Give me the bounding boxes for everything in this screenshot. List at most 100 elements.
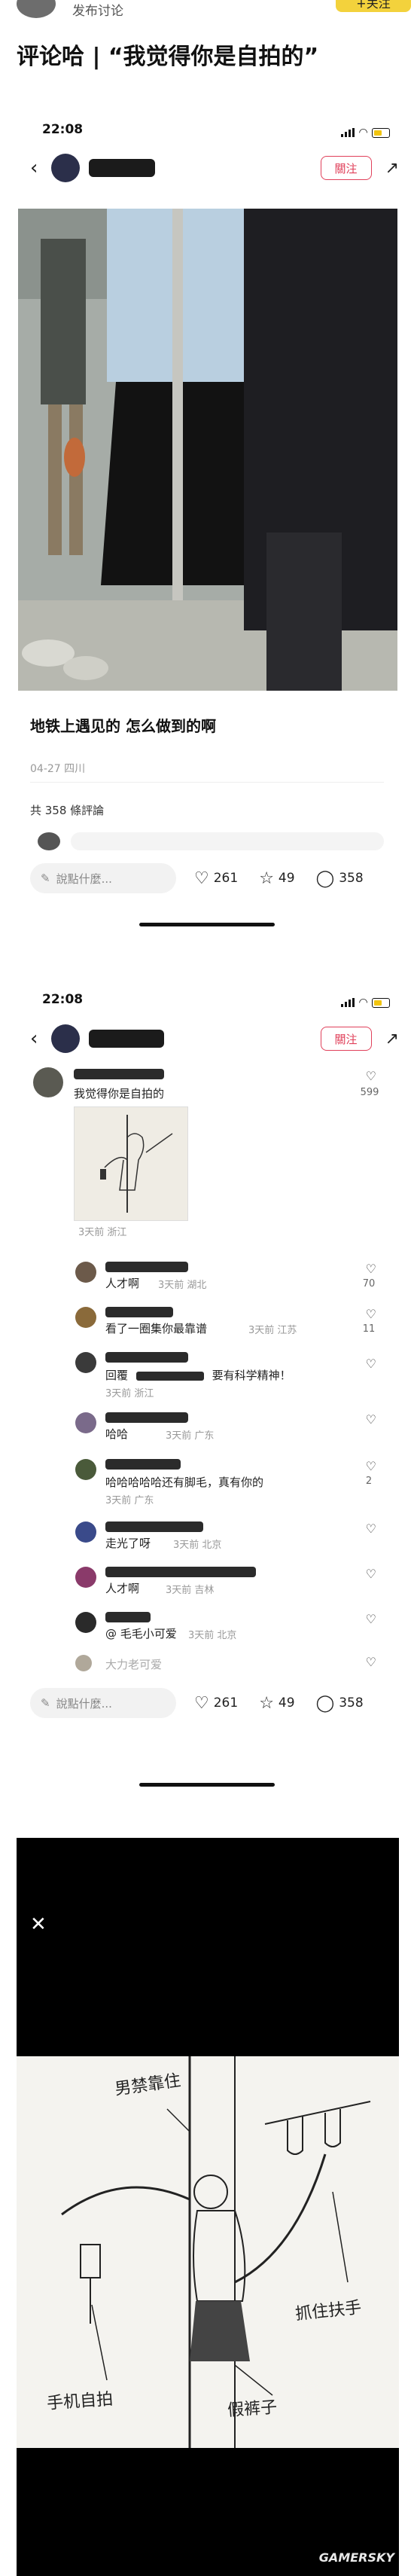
wifi-icon: ◠ — [359, 127, 367, 139]
heart-icon[interactable]: ♡ — [366, 1069, 376, 1083]
heart-icon[interactable]: ♡ — [366, 1521, 376, 1536]
status-bar: 22:08 ◠ — [0, 992, 414, 1015]
bottom-action-bar: ✎ 說點什麼... ♡ 261 ☆ 49 ◯ 358 — [30, 1683, 391, 1723]
comments-button[interactable]: ◯ 358 — [316, 1694, 364, 1713]
like-count: 261 — [213, 871, 239, 886]
author-avatar[interactable] — [17, 0, 56, 18]
watermark: GAMERSKY — [318, 2550, 394, 2565]
commenter-avatar[interactable] — [75, 1459, 96, 1480]
commenter-avatar[interactable] — [75, 1521, 96, 1543]
heart-icon: ♡ — [194, 868, 209, 888]
nav-bar: ‹ 關注 ↗ — [30, 151, 399, 185]
comments-button[interactable]: ◯ 358 — [316, 869, 364, 888]
comment-item: 哈哈哈哈哈还有脚毛，真有你的 3天前 广东 ♡ 2 — [0, 1459, 414, 1506]
comment-time: 3天前 北京 — [173, 1540, 222, 1551]
heart-icon[interactable]: ♡ — [366, 1307, 376, 1321]
signal-icon — [341, 998, 355, 1007]
author-name-redacted — [89, 1030, 165, 1048]
post-date: 04-27 四川 — [30, 763, 86, 775]
comment-time: 3天前 北京 — [188, 1630, 237, 1641]
comment-image-sketch[interactable] — [74, 1106, 188, 1221]
share-icon[interactable]: ↗ — [385, 159, 399, 178]
heart-icon[interactable]: ♡ — [366, 1412, 376, 1427]
status-bar: 22:08 ◠ — [0, 122, 414, 145]
like-button[interactable]: ♡ 261 — [194, 869, 238, 888]
commenter-avatar[interactable] — [75, 1412, 96, 1433]
reply-text: 要有科学精神！ — [212, 1369, 291, 1382]
star-button[interactable]: ☆ 49 — [259, 869, 294, 888]
comment-input[interactable]: ✎ 說點什麼... — [30, 863, 176, 893]
comment-text: 走光了呀 — [105, 1537, 151, 1550]
heart-icon[interactable]: ♡ — [366, 1567, 376, 1581]
commenter-avatar[interactable] — [75, 1262, 96, 1283]
commenter-avatar[interactable] — [75, 1567, 96, 1588]
comment-placeholder: 說點什麼... — [56, 1696, 112, 1711]
commenter-avatar[interactable] — [75, 1307, 96, 1328]
comment-time: 3天前 浙江 — [78, 1227, 127, 1238]
top-comment: 我觉得你是自拍的 ♡ 599 3天前 浙江 — [0, 1067, 414, 1238]
heart-icon[interactable]: ♡ — [366, 1612, 376, 1626]
comment-text: 大力老可爱 — [105, 1658, 163, 1671]
commenter-name-redacted — [105, 1262, 188, 1272]
commenter-avatar[interactable] — [75, 1655, 92, 1671]
heart-icon[interactable]: ♡ — [366, 1655, 376, 1669]
post-title: 评论哈 | “我觉得你是自拍的” — [17, 44, 319, 70]
back-icon[interactable]: ‹ — [30, 157, 38, 179]
wifi-icon: ◠ — [359, 997, 367, 1009]
divider — [30, 782, 384, 783]
like-count: 599 — [360, 1087, 379, 1098]
commenter-name-redacted — [74, 1069, 164, 1079]
heart-icon[interactable]: ♡ — [366, 1459, 376, 1473]
nav-bar: ‹ 關注 ↗ — [30, 1022, 399, 1055]
comment-input[interactable]: ✎ 說點什麼... — [30, 1688, 176, 1718]
comment-count: 共 358 條評論 — [30, 804, 105, 817]
comment-input-faded[interactable] — [71, 832, 384, 850]
comment-time: 3天前 浙江 — [105, 1388, 154, 1399]
commenter-name-redacted — [105, 1521, 203, 1532]
like-button[interactable]: ♡ 261 — [194, 1694, 238, 1713]
heart-icon: ♡ — [194, 1693, 209, 1713]
comment-text: 我觉得你是自拍的 — [74, 1087, 165, 1100]
pencil-icon: ✎ — [41, 871, 50, 885]
commenter-name-redacted — [105, 1352, 188, 1363]
comment-text: @ 毛毛小可爱 — [105, 1627, 177, 1641]
author-avatar[interactable] — [51, 154, 81, 182]
heart-icon[interactable]: ♡ — [366, 1262, 376, 1276]
share-icon[interactable]: ↗ — [385, 1030, 399, 1048]
post-header: 发布讨论 +关注 评论哈 | “我觉得你是自拍的” — [0, 0, 414, 72]
screenshot-2: 22:08 ◠ ‹ 關注 ↗ 我觉得你是自拍的 ♡ 599 3天前 浙江 人才啊… — [0, 983, 414, 1804]
star-icon: ☆ — [259, 868, 274, 888]
home-indicator — [139, 1783, 275, 1787]
comment-item: 哈哈 3天前 广东 ♡ — [0, 1412, 414, 1442]
like-count: 2 — [365, 1476, 373, 1487]
comment-item: @ 毛毛小可爱 3天前 北京 ♡ — [0, 1612, 414, 1642]
commenter-avatar[interactable] — [75, 1612, 96, 1633]
back-icon[interactable]: ‹ — [30, 1027, 38, 1050]
star-count: 49 — [278, 1695, 295, 1711]
comment-item: 回覆 要有科学精神！ 3天前 浙江 ♡ — [0, 1352, 414, 1399]
commenter-avatar[interactable] — [75, 1352, 96, 1373]
heart-icon[interactable]: ♡ — [366, 1357, 376, 1371]
comment-text: 看了一圈集你最靠谱 — [105, 1322, 208, 1335]
like-count: 11 — [362, 1323, 376, 1335]
commenter-avatar[interactable] — [33, 1067, 63, 1097]
author-avatar[interactable] — [51, 1024, 81, 1053]
status-time: 22:08 — [42, 122, 84, 137]
reply-label: 回覆 — [105, 1369, 129, 1382]
close-icon[interactable]: ✕ — [30, 1913, 47, 1936]
comment-item: 人才啊 3天前 吉林 ♡ — [0, 1567, 414, 1597]
post-caption: 地铁上遇见的 怎么做到的啊 — [30, 717, 216, 735]
comment-item: 大力老可爱 ♡ — [0, 1655, 414, 1673]
my-avatar — [38, 832, 60, 850]
follow-button[interactable]: 關注 — [320, 1027, 372, 1051]
bottom-action-bar: ✎ 說點什麼... ♡ 261 ☆ 49 ◯ 358 — [30, 859, 391, 898]
comment-placeholder: 說點什麼... — [56, 871, 112, 886]
follow-button[interactable]: +关注 — [336, 0, 411, 12]
publish-discussion-label[interactable]: 发布讨论 — [72, 0, 123, 19]
comments-count: 358 — [339, 1695, 364, 1711]
follow-button[interactable]: 關注 — [320, 156, 372, 180]
comment-text: 哈哈 — [105, 1427, 129, 1441]
star-button[interactable]: ☆ 49 — [259, 1694, 294, 1713]
sketch-image[interactable]: 男禁靠住 抓住扶手 手机自拍 假裤子 — [17, 2056, 399, 2448]
post-photo[interactable] — [18, 209, 397, 691]
